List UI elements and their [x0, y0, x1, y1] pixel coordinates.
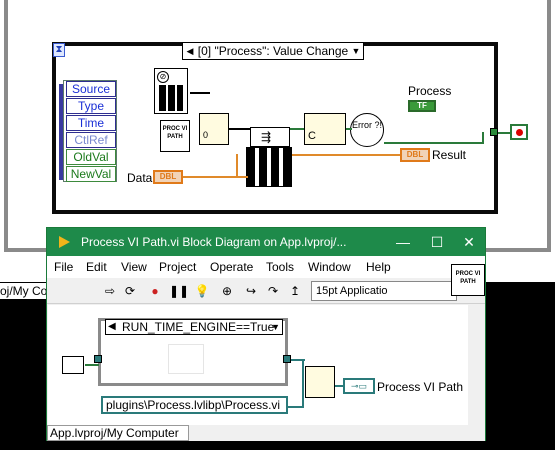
- data-label: Data: [127, 171, 153, 185]
- retain-wire-values-icon[interactable]: ⊕: [219, 283, 235, 299]
- window-title: Process VI Path.vi Block Diagram on App.…: [81, 235, 347, 249]
- condition-dropdown-arrow[interactable]: ▼: [271, 320, 280, 334]
- path-constant[interactable]: plugins\Process.lvlibp\Process.vi: [101, 396, 288, 414]
- event-case-selector[interactable]: ◀ [0] "Process": Value Change ▼: [182, 42, 364, 60]
- static-vi-ref-node[interactable]: ⊘: [154, 68, 188, 114]
- property-node[interactable]: ⇶: [250, 127, 290, 147]
- tunnel-in: [94, 355, 102, 363]
- condition-selector[interactable]: ◀ RUN_TIME_ENGINE==True ▼: [105, 319, 283, 335]
- step-over-icon[interactable]: ↷: [265, 283, 281, 299]
- condition-label: RUN_TIME_ENGINE==True: [122, 320, 275, 334]
- labview-play-icon: [57, 235, 71, 249]
- event-data-node: Source Type Time CtlRef OldVal NewVal: [59, 80, 117, 182]
- run-arrow-icon[interactable]: ⇨: [102, 283, 118, 299]
- call-by-reference-node[interactable]: [246, 147, 292, 187]
- event-field-ctlref[interactable]: CtlRef: [66, 132, 116, 148]
- process-boolean-terminal[interactable]: TF: [408, 100, 436, 112]
- folder-icon[interactable]: [62, 356, 84, 374]
- simple-error-handler[interactable]: Error ?!: [350, 113, 384, 147]
- tunnel-out: [283, 355, 291, 363]
- step-into-icon[interactable]: ↪: [243, 283, 259, 299]
- menu-tools[interactable]: Tools: [266, 260, 294, 274]
- stop-terminal-icon[interactable]: [510, 124, 528, 140]
- event-field-oldval[interactable]: OldVal: [66, 149, 116, 165]
- prev-case-arrow[interactable]: ◀: [183, 43, 197, 59]
- hourglass-icon: ⧗: [53, 43, 65, 57]
- event-case-label: [0] "Process": Value Change: [197, 44, 349, 58]
- data-dbl-terminal[interactable]: DBL: [153, 170, 183, 184]
- disabled-build-path-node: [168, 344, 204, 374]
- menu-file[interactable]: File: [54, 260, 73, 274]
- close-button[interactable]: ✕: [453, 228, 485, 256]
- result-dbl-terminal[interactable]: DBL: [400, 148, 430, 162]
- menu-project[interactable]: Project: [159, 260, 196, 274]
- proc-vi-path-subvi[interactable]: PROC VI PATH: [160, 120, 190, 152]
- output-label: Process VI Path: [377, 380, 464, 394]
- step-out-icon[interactable]: ↥: [287, 283, 303, 299]
- case-dropdown-arrow[interactable]: ▼: [349, 43, 363, 59]
- run-continuously-icon[interactable]: ⟳: [122, 283, 138, 299]
- result-label: Result: [432, 148, 467, 162]
- vertical-scrollbar[interactable]: [468, 305, 485, 425]
- desktop-background: [0, 282, 46, 450]
- menu-help[interactable]: Help: [366, 260, 391, 274]
- window-titlebar[interactable]: Process VI Path.vi Block Diagram on App.…: [47, 228, 485, 256]
- minimize-button[interactable]: —: [387, 228, 419, 256]
- pause-icon[interactable]: ❚❚: [169, 283, 189, 299]
- menu-view[interactable]: View: [121, 260, 147, 274]
- font-selector[interactable]: 15pt Applicatio: [311, 281, 457, 301]
- block-diagram-window: Process VI Path.vi Block Diagram on App.…: [46, 227, 486, 441]
- behind-window-strip: oj/My Co: [0, 283, 46, 299]
- menu-edit[interactable]: Edit: [86, 260, 107, 274]
- abort-icon[interactable]: ●: [147, 283, 163, 299]
- highlight-execution-icon[interactable]: 💡: [194, 283, 210, 299]
- event-field-time[interactable]: Time: [66, 115, 116, 131]
- menu-window[interactable]: Window: [308, 260, 351, 274]
- process-label: Process: [408, 84, 452, 98]
- close-reference-node[interactable]: C: [304, 113, 346, 145]
- event-field-newval[interactable]: NewVal: [66, 166, 116, 182]
- event-field-type[interactable]: Type: [66, 98, 116, 114]
- loop-tunnel: [490, 128, 498, 136]
- prev-condition-arrow[interactable]: ◀: [108, 320, 116, 334]
- event-field-source[interactable]: Source: [66, 81, 116, 97]
- vi-icon[interactable]: PROC VI PATH: [451, 264, 485, 296]
- maximize-button[interactable]: ☐: [421, 228, 453, 256]
- menu-bar: File Edit View Project Operate Tools Win…: [47, 256, 485, 278]
- menu-operate[interactable]: Operate: [210, 260, 253, 274]
- open-vi-reference-node[interactable]: 0: [199, 113, 229, 145]
- build-path-node[interactable]: [305, 366, 335, 398]
- status-bar: App.lvproj/My Computer: [47, 425, 189, 441]
- path-indicator[interactable]: ⊸▭: [343, 378, 375, 394]
